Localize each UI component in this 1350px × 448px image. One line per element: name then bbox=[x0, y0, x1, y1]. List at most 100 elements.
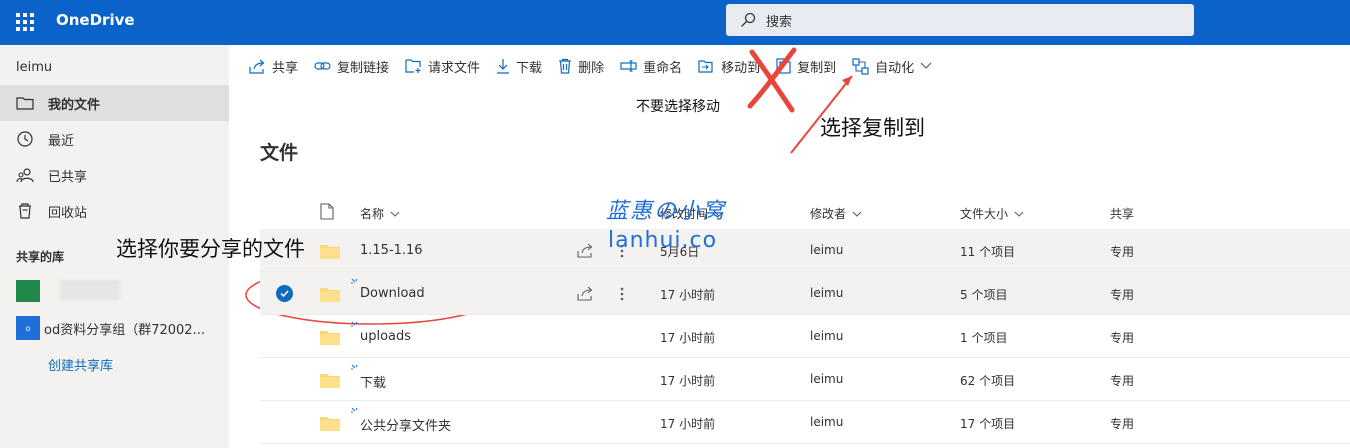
file-name[interactable]: uploads bbox=[360, 329, 411, 344]
sidebar-item-label: 我的文件 bbox=[48, 97, 101, 113]
sidebar-item-my-files[interactable]: 我的文件 bbox=[0, 85, 229, 121]
more-options-icon[interactable] bbox=[620, 287, 624, 301]
trash-icon bbox=[16, 202, 34, 220]
file-size: 1 个项目 bbox=[960, 331, 1008, 345]
modified-by[interactable]: leimu bbox=[810, 329, 843, 343]
search-box[interactable]: 搜索 bbox=[726, 4, 1194, 36]
file-name[interactable]: 公共分享文件夹 bbox=[360, 415, 451, 434]
sidebar-item-recent[interactable]: 最近 bbox=[0, 121, 229, 157]
modified-date: 17 小时前 bbox=[660, 417, 716, 431]
create-shared-library-link[interactable]: 创建共享库 bbox=[48, 355, 113, 374]
share-icon[interactable] bbox=[577, 286, 594, 301]
sidebar-item-label: 已共享 bbox=[48, 169, 88, 185]
annotation-choose-file: 选择你要分享的文件 bbox=[116, 237, 305, 261]
modified-date: 17 小时前 bbox=[660, 288, 716, 302]
automate-label: 自动化 bbox=[875, 60, 915, 76]
chevron-down-icon bbox=[920, 62, 932, 69]
delete-button[interactable]: 删除 bbox=[558, 57, 604, 76]
selected-check-icon[interactable] bbox=[276, 285, 293, 302]
annotation-dont-move: 不要选择移动 bbox=[636, 99, 720, 115]
column-name[interactable]: 名称 bbox=[360, 205, 400, 222]
modified-by[interactable]: leimu bbox=[810, 243, 843, 257]
folder-icon bbox=[320, 331, 340, 345]
modified-date: 17 小时前 bbox=[660, 374, 716, 388]
sharing-status[interactable]: 专用 bbox=[1110, 286, 1134, 303]
column-size[interactable]: 文件大小 bbox=[960, 205, 1024, 222]
app-title[interactable]: OneDrive bbox=[56, 11, 135, 29]
request-files-label: 请求文件 bbox=[428, 60, 481, 76]
sync-icon bbox=[351, 364, 358, 370]
rename-button[interactable]: 重命名 bbox=[620, 57, 682, 76]
column-sharing-label: 共享 bbox=[1110, 207, 1135, 221]
sidebar-item-shared[interactable]: 已共享 bbox=[0, 157, 229, 193]
request-files-button[interactable]: 请求文件 bbox=[405, 57, 480, 76]
watermark-title: 蓝惠の小窝 bbox=[606, 199, 727, 224]
share-button[interactable]: 共享 bbox=[249, 57, 298, 76]
column-size-label: 文件大小 bbox=[960, 207, 1009, 221]
copy-link-button[interactable]: 复制链接 bbox=[314, 57, 389, 76]
sync-icon bbox=[351, 407, 358, 413]
delete-label: 删除 bbox=[578, 60, 605, 76]
people-icon bbox=[16, 166, 34, 184]
modified-by[interactable]: leimu bbox=[810, 286, 843, 300]
move-to-button[interactable]: 移动到 bbox=[698, 57, 760, 76]
page-title: 文件 bbox=[260, 142, 299, 164]
share-icon bbox=[249, 59, 265, 74]
column-name-label: 名称 bbox=[360, 207, 385, 221]
modified-by[interactable]: leimu bbox=[810, 372, 843, 386]
trash-icon bbox=[559, 58, 572, 74]
copy-to-button[interactable]: 复制到 bbox=[776, 57, 836, 76]
chevron-down-icon bbox=[1014, 211, 1024, 217]
download-button[interactable]: 下载 bbox=[496, 57, 542, 76]
file-name[interactable]: 下载 bbox=[360, 372, 386, 391]
top-bar: OneDrive 搜索 bbox=[0, 0, 1350, 45]
share-icon[interactable] bbox=[577, 243, 594, 258]
file-name[interactable]: 1.15-1.16 bbox=[360, 243, 423, 258]
table-row[interactable]: 1.15-1.16 5月6日 leimu 11 个项目 专用 bbox=[260, 229, 1350, 272]
move-to-label: 移动到 bbox=[721, 60, 761, 76]
library-icon[interactable] bbox=[16, 280, 40, 302]
search-icon bbox=[741, 12, 756, 27]
sharing-status[interactable]: 专用 bbox=[1110, 329, 1134, 346]
sharing-status[interactable]: 专用 bbox=[1110, 415, 1134, 432]
sharing-status[interactable]: 专用 bbox=[1110, 243, 1134, 260]
user-name: leimu bbox=[16, 60, 53, 75]
command-bar: 共享 复制链接 请求文件 下载 删除 重命名 移动到 复制到 自动化 bbox=[229, 45, 1350, 87]
move-icon bbox=[698, 60, 713, 73]
library-name-redacted[interactable] bbox=[60, 280, 120, 300]
folder-icon bbox=[320, 417, 340, 431]
annotation-choose-copy: 选择复制到 bbox=[820, 116, 925, 140]
request-files-icon bbox=[405, 59, 421, 73]
column-sharing[interactable]: 共享 bbox=[1110, 205, 1134, 222]
table-row[interactable]: 下载 17 小时前 leimu 62 个项目 专用 bbox=[260, 358, 1350, 401]
sidebar-library-item[interactable]: o od资料分享组（群72002... bbox=[16, 316, 205, 340]
automate-icon bbox=[852, 57, 869, 75]
file-type-icon[interactable] bbox=[320, 203, 334, 220]
sharing-status[interactable]: 专用 bbox=[1110, 372, 1134, 389]
column-modified-by-label: 修改者 bbox=[810, 207, 847, 221]
folder-icon bbox=[320, 245, 340, 259]
table-row[interactable]: uploads 17 小时前 leimu 1 个项目 专用 bbox=[260, 315, 1350, 358]
copy-icon bbox=[776, 58, 791, 74]
sidebar-item-label: 回收站 bbox=[48, 205, 88, 221]
file-size: 11 个项目 bbox=[960, 245, 1016, 259]
app-launcher-icon[interactable] bbox=[16, 13, 34, 31]
sidebar-item-recycle-bin[interactable]: 回收站 bbox=[0, 193, 229, 229]
folder-icon bbox=[320, 288, 340, 302]
search-placeholder: 搜索 bbox=[766, 14, 793, 30]
column-modified-by[interactable]: 修改者 bbox=[810, 205, 862, 222]
download-icon bbox=[497, 59, 510, 74]
file-size: 5 个项目 bbox=[960, 288, 1008, 302]
modified-by[interactable]: leimu bbox=[810, 415, 843, 429]
automate-button[interactable]: 自动化 bbox=[852, 57, 938, 76]
table-row[interactable]: Download 17 小时前 leimu 5 个项目 专用 bbox=[260, 272, 1350, 315]
table-row[interactable]: 公共分享文件夹 17 小时前 leimu 17 个项目 专用 bbox=[260, 401, 1350, 444]
link-icon bbox=[314, 62, 331, 70]
rename-label: 重命名 bbox=[643, 60, 683, 76]
folder-icon bbox=[16, 94, 34, 112]
file-name[interactable]: Download bbox=[360, 286, 425, 301]
file-size: 62 个项目 bbox=[960, 374, 1016, 388]
sync-icon bbox=[351, 278, 358, 284]
chevron-down-icon bbox=[390, 211, 400, 217]
copy-to-label: 复制到 bbox=[797, 60, 837, 76]
